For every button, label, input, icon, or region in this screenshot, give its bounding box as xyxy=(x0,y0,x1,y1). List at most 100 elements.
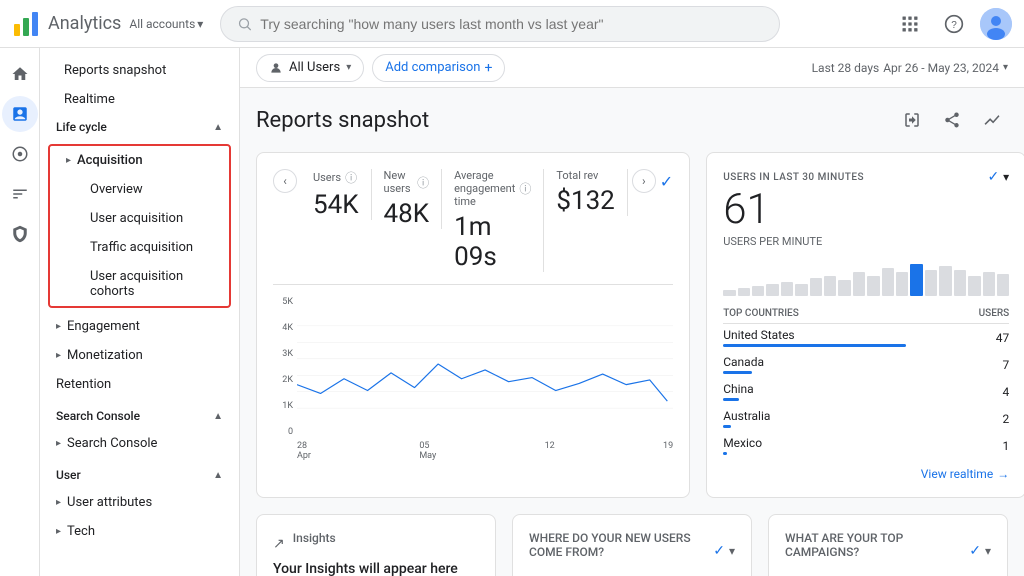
country-bar-au xyxy=(723,425,731,428)
user-avatar[interactable] xyxy=(980,8,1012,40)
date-bar: All Users ▾ Add comparison + Last 28 day… xyxy=(240,48,1024,88)
nav-item-reports-snapshot[interactable]: Reports snapshot xyxy=(40,56,231,85)
country-bar-us xyxy=(723,344,906,347)
sidebar-icons xyxy=(0,48,40,576)
all-users-filter[interactable]: All Users ▾ xyxy=(256,54,364,82)
engagement-info-icon[interactable]: ⓘ xyxy=(519,180,531,197)
nav-item-traffic-acquisition[interactable]: Traffic acquisition xyxy=(50,233,229,262)
nav-item-search-console[interactable]: ▸ Search Console xyxy=(40,429,231,458)
sidebar-item-reports[interactable] xyxy=(2,96,38,132)
sidebar-item-home[interactable] xyxy=(2,56,38,92)
campaigns-check-icon[interactable]: ✓ xyxy=(969,543,981,559)
metric-users-value: 54K xyxy=(313,190,359,220)
metrics-prev-button[interactable]: ‹ xyxy=(273,169,297,193)
compare-icon xyxy=(903,111,921,129)
country-bar-ca xyxy=(723,371,751,374)
customize-icon-button[interactable] xyxy=(976,104,1008,136)
campaigns-card: WHAT ARE YOUR TOP CAMPAIGNS? ✓ ▾ Session… xyxy=(768,514,1008,576)
search-console-header[interactable]: Search Console ▲ xyxy=(40,403,239,429)
mini-bar-16 xyxy=(939,266,951,296)
metrics-next-button[interactable]: › xyxy=(632,169,656,193)
new-users-info-icon[interactable]: ⓘ xyxy=(417,174,429,191)
search-icon xyxy=(237,16,252,32)
new-users-card: WHERE DO YOUR NEW USERS COME FROM? ✓ ▾ N… xyxy=(512,514,752,576)
user-collapse-icon: ▲ xyxy=(213,470,223,481)
nav-item-user-attributes[interactable]: ▸ User attributes xyxy=(40,488,231,517)
table-row: Canada 7 xyxy=(723,351,1009,378)
date-range[interactable]: Last 28 days Apr 26 - May 23, 2024 ▾ xyxy=(812,61,1008,75)
new-users-title: WHERE DO YOUR NEW USERS COME FROM? xyxy=(529,531,713,559)
nav-item-overview[interactable]: Overview xyxy=(50,175,229,204)
nav-item-retention[interactable]: Retention xyxy=(40,370,231,399)
mini-bars-chart xyxy=(723,256,1009,296)
apps-icon-button[interactable] xyxy=(892,6,928,42)
metric-new-users: New users ⓘ 48K xyxy=(372,169,443,229)
search-bar[interactable] xyxy=(220,6,780,42)
mini-bar-14 xyxy=(910,264,922,296)
campaigns-header: WHAT ARE YOUR TOP CAMPAIGNS? ✓ ▾ xyxy=(785,531,991,571)
realtime-more-icon[interactable]: ▾ xyxy=(1003,170,1009,184)
app-title: Analytics xyxy=(48,13,121,34)
sidebar-item-advertising[interactable] xyxy=(2,176,38,212)
mini-bar-20 xyxy=(997,274,1009,296)
chart-x-labels: 28Apr 05May 12 19 xyxy=(297,441,673,461)
all-accounts[interactable]: All accounts ▾ xyxy=(129,17,203,31)
avatar-icon xyxy=(980,8,1012,40)
nav-item-user-acquisition-cohorts[interactable]: User acquisition cohorts xyxy=(50,262,229,306)
view-realtime-link[interactable]: View realtime → xyxy=(723,467,1009,481)
arrow-icon: → xyxy=(997,467,1009,481)
campaigns-more-icon[interactable]: ▾ xyxy=(985,544,991,558)
add-comparison-button[interactable]: Add comparison + xyxy=(372,54,505,82)
new-users-check-icon[interactable]: ✓ xyxy=(713,543,725,559)
nav-item-tech[interactable]: ▸ Tech xyxy=(40,517,231,546)
nav-item-user-acquisition[interactable]: User acquisition xyxy=(50,204,229,233)
sidebar-item-configure[interactable] xyxy=(2,216,38,252)
table-row: Australia 2 xyxy=(723,405,1009,432)
user-header[interactable]: User ▲ xyxy=(40,462,239,488)
sidebar-item-explore[interactable] xyxy=(2,136,38,172)
mini-bar-18 xyxy=(968,276,980,296)
realtime-sub-label: USERS PER MINUTE xyxy=(723,235,1009,248)
insights-trend-icon: ↗ xyxy=(273,536,285,552)
chart-area: 5K 4K 3K 2K 1K 0 xyxy=(273,297,673,461)
share-icon xyxy=(943,111,961,129)
filter-dropdown-icon: ▾ xyxy=(346,62,351,73)
new-users-header: WHERE DO YOUR NEW USERS COME FROM? ✓ ▾ xyxy=(529,531,735,571)
insights-heading: Your Insights will appear here soon. xyxy=(273,561,479,576)
countries-table: TOP COUNTRIES USERS United States 47 xyxy=(723,304,1009,459)
realtime-label: USERS IN LAST 30 MINUTES xyxy=(723,172,864,183)
insights-card: ↗ Insights Your Insights will appear her… xyxy=(256,514,496,576)
search-input[interactable] xyxy=(260,16,763,32)
realtime-check-icon[interactable]: ✓ xyxy=(987,169,999,185)
realtime-card: USERS IN LAST 30 MINUTES ✓ ▾ 61 USERS PE… xyxy=(706,152,1024,498)
table-row: United States 47 xyxy=(723,324,1009,352)
nav-item-acquisition[interactable]: ▸ Acquisition xyxy=(50,146,229,175)
mini-bar-5 xyxy=(781,282,793,296)
users-info-icon[interactable]: ⓘ xyxy=(345,169,357,186)
main-content: All Users ▾ Add comparison + Last 28 day… xyxy=(240,48,1024,576)
mini-bar-3 xyxy=(752,286,764,296)
metric-engagement-value: 1m 09s xyxy=(454,212,531,272)
mini-bar-11 xyxy=(867,276,879,296)
help-icon-button[interactable]: ? xyxy=(936,6,972,42)
metrics-check-icon[interactable]: ✓ xyxy=(660,172,673,191)
insights-header-row: ↗ Insights xyxy=(273,531,479,557)
mini-bar-4 xyxy=(766,284,778,296)
metric-new-users-value: 48K xyxy=(384,199,430,229)
topbar-actions: ? xyxy=(892,6,1012,42)
lifecycle-header[interactable]: Life cycle ▲ xyxy=(40,114,239,140)
users-col-header: USERS xyxy=(927,304,1009,324)
country-bar-mx xyxy=(723,452,727,455)
new-users-more-icon[interactable]: ▾ xyxy=(729,544,735,558)
metric-engagement-label: Average engagement time ⓘ xyxy=(454,169,531,208)
metric-users-label: Users ⓘ xyxy=(313,169,359,186)
metric-revenue-value: $132 xyxy=(556,186,614,216)
nav-item-realtime[interactable]: Realtime xyxy=(40,85,231,114)
nav-item-monetization[interactable]: ▸ Monetization xyxy=(40,341,231,370)
compare-icon-button[interactable] xyxy=(896,104,928,136)
share-icon-button[interactable] xyxy=(936,104,968,136)
lifecycle-collapse-icon: ▲ xyxy=(213,122,223,133)
nav-item-engagement[interactable]: ▸ Engagement xyxy=(40,312,231,341)
sidebar-nav: Reports snapshot Realtime Life cycle ▲ ▸… xyxy=(40,48,240,576)
chart-svg xyxy=(297,297,673,437)
